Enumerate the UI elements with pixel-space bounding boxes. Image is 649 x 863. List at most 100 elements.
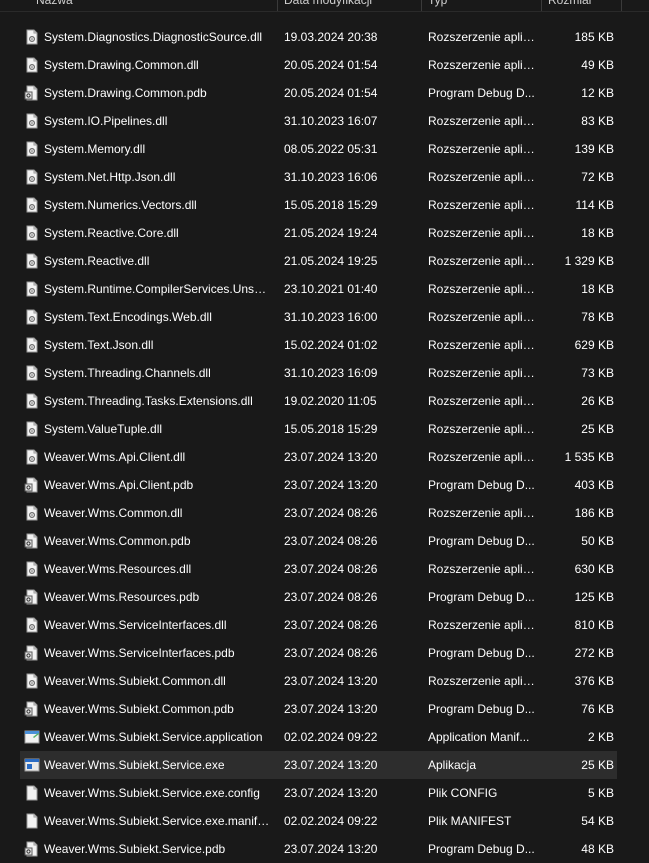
- file-date: 21.05.2024 19:25: [284, 254, 378, 268]
- file-name: Weaver.Wms.Resources.dll: [44, 562, 192, 576]
- file-name: System.IO.Pipelines.dll: [44, 114, 168, 128]
- file-name: Weaver.Wms.Common.dll: [44, 506, 183, 520]
- file-date: 23.07.2024 13:20: [284, 702, 378, 716]
- file-size: 272 KB: [574, 646, 614, 660]
- dll-file-icon: [24, 225, 40, 241]
- file-name: Weaver.Wms.Subiekt.Service.pdb: [44, 842, 226, 856]
- file-row[interactable]: Weaver.Wms.Subiekt.Service.exe.manifest 0…: [20, 807, 617, 835]
- file-row[interactable]: System.Numerics.Vectors.dll 15.05.2018 15…: [20, 191, 617, 219]
- file-size: 49 KB: [581, 58, 614, 72]
- file-row[interactable]: System.Diagnostics.DiagnosticSource.dll 1…: [20, 23, 617, 51]
- file-date: 23.07.2024 08:26: [284, 646, 378, 660]
- file-row[interactable]: Weaver.Wms.Common.dll 23.07.2024 08:26 Roz…: [20, 499, 617, 527]
- file-row[interactable]: System.Drawing.Common.pdb 20.05.2024 01:5…: [20, 79, 617, 107]
- file-row[interactable]: System.Runtime.CompilerServices.Unsaf...…: [20, 275, 617, 303]
- file-row[interactable]: Weaver.Wms.ServiceInterfaces.pdb 23.07.20…: [20, 639, 617, 667]
- file-row[interactable]: System.ValueTuple.dll 15.05.2018 15:29 Roz…: [20, 415, 617, 443]
- file-row[interactable]: Weaver.Wms.Api.Client.dll 23.07.2024 13:2…: [20, 443, 617, 471]
- blank-file-icon: [24, 813, 40, 829]
- dll-file-icon: [24, 393, 40, 409]
- file-date: 23.07.2024 13:20: [284, 674, 378, 688]
- file-row-selected[interactable]: Weaver.Wms.Subiekt.Service.exe 23.07.2024…: [20, 751, 617, 779]
- file-row[interactable]: System.Reactive.Core.dll 21.05.2024 19:24…: [20, 219, 617, 247]
- file-row[interactable]: System.Memory.dll 08.05.2022 05:31 Rozszer…: [20, 135, 617, 163]
- pdb-file-icon: [24, 85, 40, 101]
- column-divider[interactable]: [541, 0, 542, 11]
- column-divider[interactable]: [277, 0, 278, 11]
- file-size: 376 KB: [574, 674, 614, 688]
- file-date: 23.07.2024 08:26: [284, 562, 378, 576]
- file-row[interactable]: System.Text.Json.dll 15.02.2024 01:02 Rozs…: [20, 331, 617, 359]
- file-row[interactable]: System.Reactive.dll 21.05.2024 19:25 Rozsz…: [20, 247, 617, 275]
- file-name: System.Threading.Channels.dll: [44, 366, 211, 380]
- file-size: 810 KB: [574, 618, 614, 632]
- column-header-type[interactable]: Typ: [428, 0, 528, 11]
- file-row[interactable]: System.Net.Http.Json.dll 31.10.2023 16:06…: [20, 163, 617, 191]
- dll-file-icon: [24, 281, 40, 297]
- file-row[interactable]: Weaver.Wms.Subiekt.Service.application 02…: [20, 723, 617, 751]
- file-date: 23.07.2024 13:20: [284, 450, 378, 464]
- file-row[interactable]: Weaver.Wms.Common.pdb 23.07.2024 08:26 Pro…: [20, 527, 617, 555]
- file-name: Weaver.Wms.Subiekt.Service.exe.config: [44, 786, 260, 800]
- dll-file-icon: [24, 29, 40, 45]
- column-header-name[interactable]: Nazwa: [36, 0, 236, 11]
- file-row[interactable]: System.IO.Pipelines.dll 31.10.2023 16:07 R…: [20, 107, 617, 135]
- file-size: 76 KB: [581, 702, 614, 716]
- file-date: 23.07.2024 08:26: [284, 618, 378, 632]
- file-name: System.Reactive.Core.dll: [44, 226, 179, 240]
- pdb-file-icon: [24, 701, 40, 717]
- file-row[interactable]: Weaver.Wms.Subiekt.Common.pdb 23.07.2024 …: [20, 695, 617, 723]
- file-name: System.Drawing.Common.pdb: [44, 86, 207, 100]
- file-row[interactable]: System.Drawing.Common.dll 20.05.2024 01:5…: [20, 51, 617, 79]
- manifest-file-icon: [24, 729, 40, 745]
- file-size: 54 KB: [581, 814, 614, 828]
- file-size: 12 KB: [581, 86, 614, 100]
- file-row[interactable]: Weaver.Wms.Subiekt.Service.pdb 23.07.2024…: [20, 835, 617, 863]
- file-name: Weaver.Wms.Subiekt.Service.exe.manifest: [44, 814, 272, 828]
- column-divider[interactable]: [421, 0, 422, 11]
- file-size: 185 KB: [574, 30, 614, 44]
- file-date: 23.07.2024 08:26: [284, 534, 378, 548]
- file-date: 23.07.2024 13:20: [284, 478, 378, 492]
- pdb-file-icon: [24, 533, 40, 549]
- file-date: 23.07.2024 13:20: [284, 842, 378, 856]
- file-row[interactable]: Weaver.Wms.Subiekt.Common.dll 23.07.2024 …: [20, 667, 617, 695]
- file-date: 20.05.2024 01:54: [284, 86, 378, 100]
- file-name: Weaver.Wms.Subiekt.Service.exe: [44, 758, 225, 772]
- file-size: 114 KB: [575, 198, 614, 212]
- file-name: Weaver.Wms.Subiekt.Common.dll: [44, 674, 226, 688]
- file-date: 15.05.2018 15:29: [284, 422, 378, 436]
- pdb-file-icon: [24, 841, 40, 857]
- file-row[interactable]: Weaver.Wms.ServiceInterfaces.dll 23.07.20…: [20, 611, 617, 639]
- file-date: 15.02.2024 01:02: [284, 338, 378, 352]
- dll-file-icon: [24, 421, 40, 437]
- file-row[interactable]: Weaver.Wms.Api.Client.pdb 23.07.2024 13:2…: [20, 471, 617, 499]
- file-date: 23.07.2024 13:20: [284, 786, 378, 800]
- file-name: Weaver.Wms.Resources.pdb: [44, 590, 200, 604]
- dll-file-icon: [24, 561, 40, 577]
- file-name: System.Numerics.Vectors.dll: [44, 198, 197, 212]
- dll-file-icon: [24, 505, 40, 521]
- file-date: 31.10.2023 16:06: [284, 170, 378, 184]
- file-date: 20.05.2024 01:54: [284, 58, 378, 72]
- dll-file-icon: [24, 617, 40, 633]
- column-header-size[interactable]: Rozmiar: [548, 0, 618, 11]
- column-divider[interactable]: [621, 0, 622, 11]
- file-row[interactable]: Weaver.Wms.Resources.pdb 23.07.2024 08:26…: [20, 583, 617, 611]
- file-size: 73 KB: [581, 366, 614, 380]
- file-row[interactable]: Weaver.Wms.Subiekt.Service.exe.config 23.…: [20, 779, 617, 807]
- file-row[interactable]: System.Threading.Channels.dll 31.10.2023 …: [20, 359, 617, 387]
- dll-file-icon: [24, 449, 40, 465]
- file-size: 18 KB: [581, 282, 614, 296]
- file-row[interactable]: Weaver.Wms.Resources.dll 23.07.2024 08:26…: [20, 555, 617, 583]
- file-date: 31.10.2023 16:07: [284, 114, 378, 128]
- column-header-date[interactable]: Data modyfikacji: [284, 0, 414, 11]
- file-row[interactable]: System.Threading.Tasks.Extensions.dll 19.…: [20, 387, 617, 415]
- file-name: Weaver.Wms.Api.Client.pdb: [44, 478, 194, 492]
- file-row[interactable]: System.Text.Encodings.Web.dll 31.10.2023 …: [20, 303, 617, 331]
- dll-file-icon: [24, 309, 40, 325]
- file-size: 26 KB: [581, 394, 614, 408]
- file-date: 23.07.2024 08:26: [284, 506, 378, 520]
- file-date: 31.10.2023 16:09: [284, 366, 378, 380]
- file-name: Weaver.Wms.Api.Client.dll: [44, 450, 186, 464]
